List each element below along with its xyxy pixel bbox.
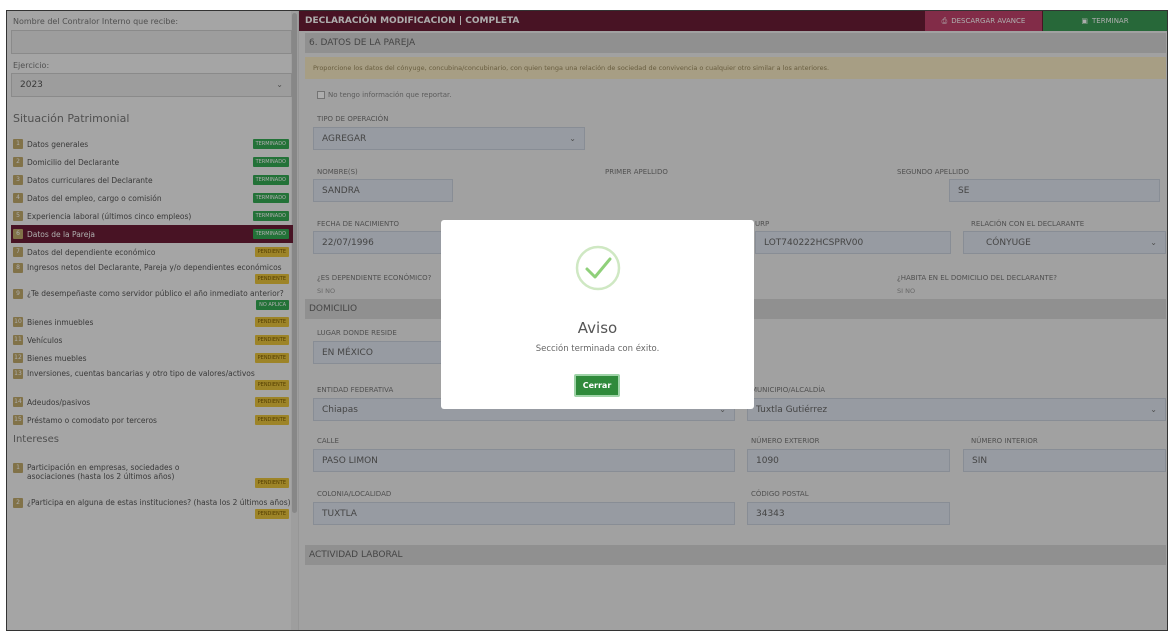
aviso-modal: Aviso Sección terminada con éxito. Cerra… — [441, 220, 754, 409]
app-frame: Nombre del Contralor Interno que recibe:… — [6, 10, 1168, 631]
close-button[interactable]: Cerrar — [574, 374, 620, 397]
success-check-icon — [575, 245, 621, 291]
modal-title: Aviso — [577, 319, 618, 337]
modal-message: Sección terminada con éxito. — [535, 344, 660, 354]
